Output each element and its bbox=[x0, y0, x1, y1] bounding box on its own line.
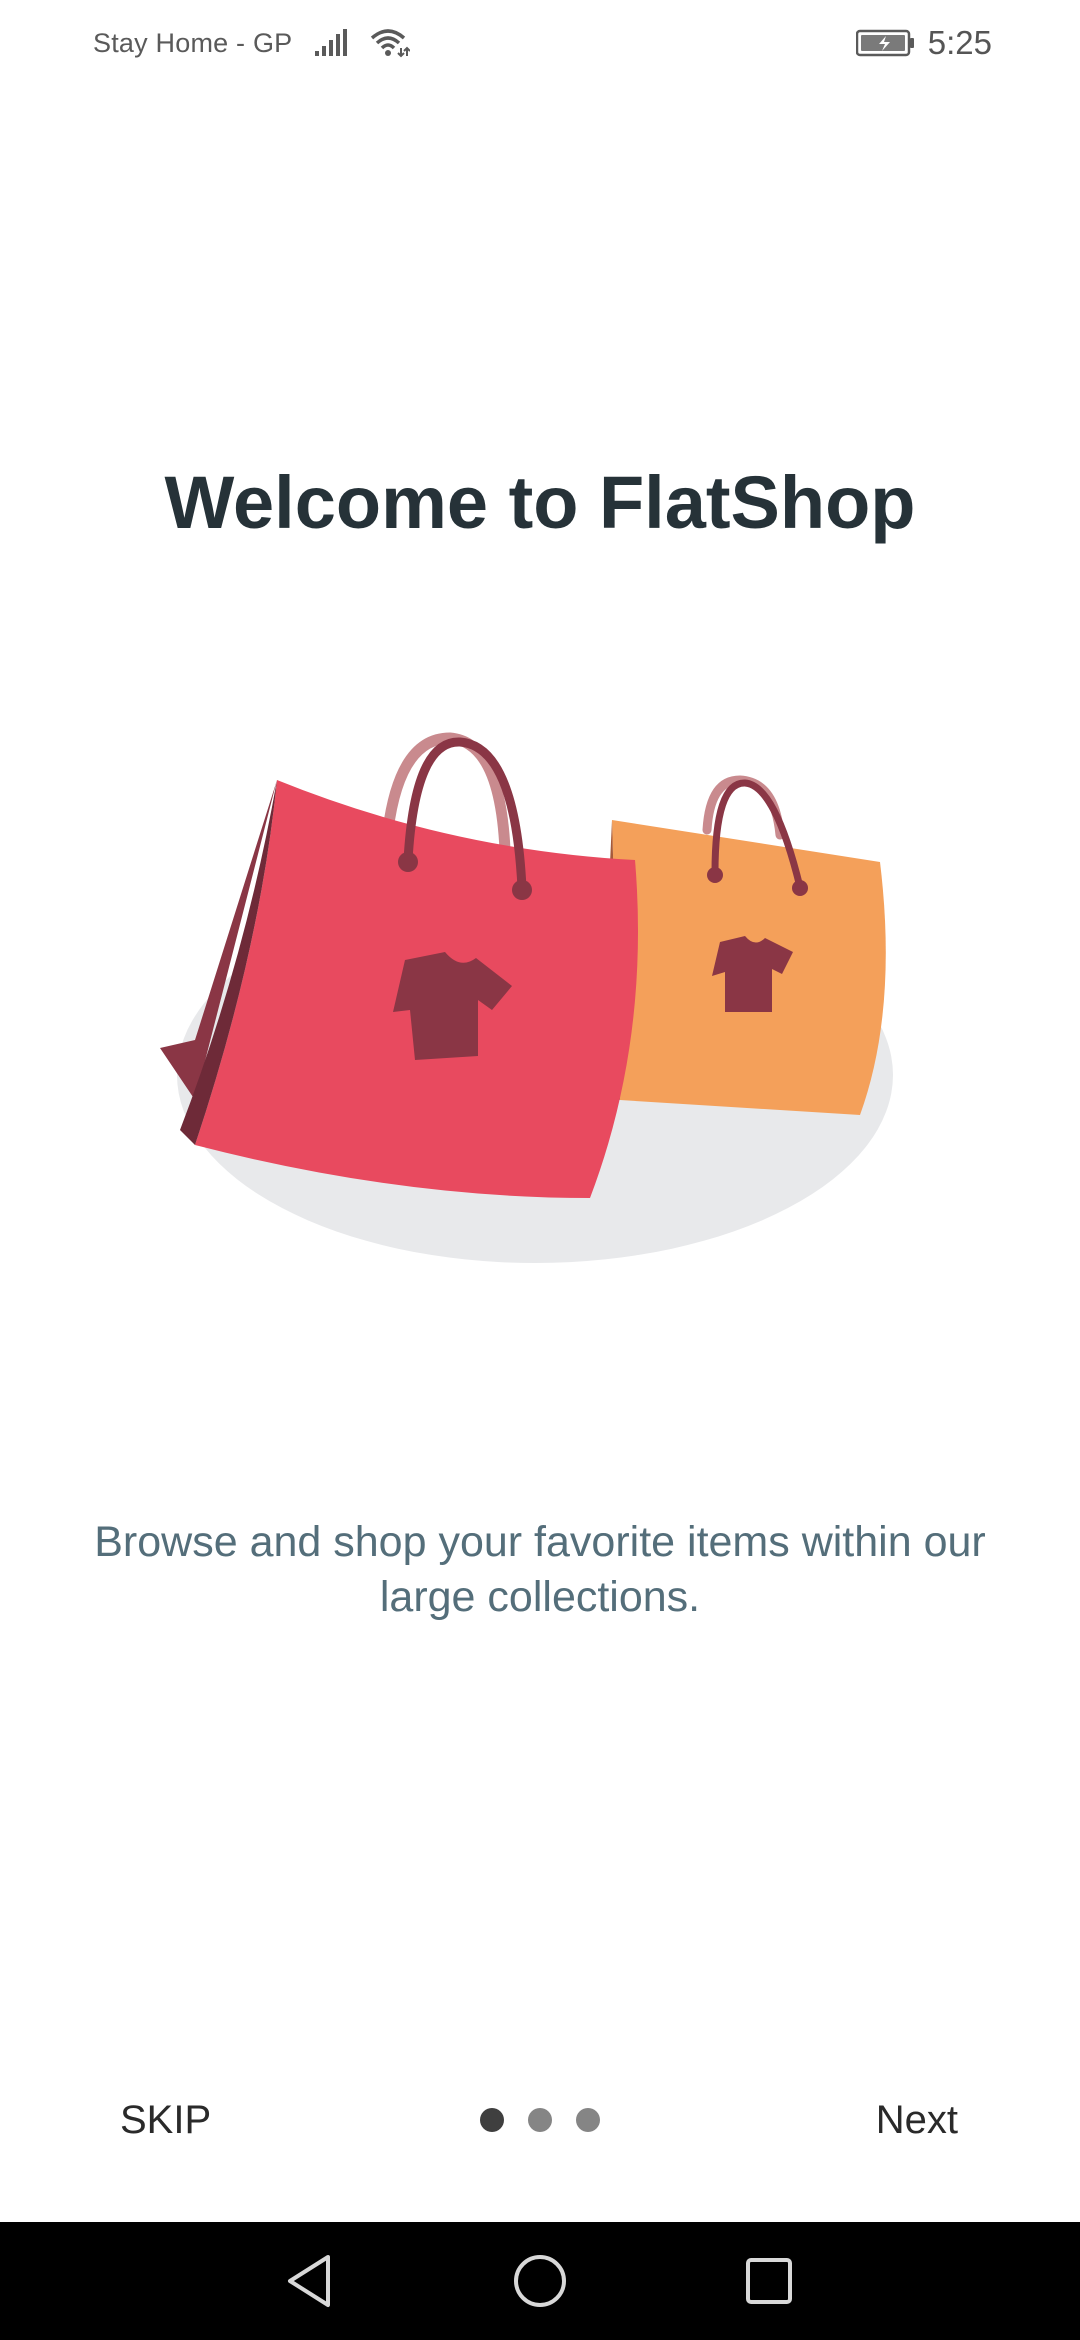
page-dot-1[interactable] bbox=[480, 2108, 504, 2132]
status-bar: Stay Home - GP 5:25 bbox=[0, 0, 1080, 86]
onboarding-screen: Stay Home - GP 5:25 Welcome to FlatShop … bbox=[0, 0, 1080, 2340]
welcome-title: Welcome to FlatShop bbox=[164, 461, 916, 544]
wifi-icon bbox=[370, 28, 411, 58]
page-indicator bbox=[480, 2108, 600, 2132]
page-dot-3[interactable] bbox=[576, 2108, 600, 2132]
onboarding-description: Browse and shop your favorite items with… bbox=[94, 1518, 986, 1621]
skip-button[interactable]: SKIP bbox=[120, 2080, 211, 2160]
page-dot-2[interactable] bbox=[528, 2108, 552, 2132]
carrier-name: Stay Home - GP bbox=[93, 27, 293, 58]
signal-icon bbox=[314, 29, 348, 57]
onboarding-controls: SKIP Next bbox=[0, 2080, 1080, 2160]
status-left: Stay Home - GP bbox=[93, 27, 411, 59]
home-icon[interactable] bbox=[503, 2244, 577, 2318]
status-right: 5:25 bbox=[855, 24, 992, 62]
shopping-bags-illustration bbox=[160, 720, 920, 1280]
next-button[interactable]: Next bbox=[876, 2080, 958, 2160]
clock: 5:25 bbox=[927, 24, 992, 61]
battery-charging-icon bbox=[855, 29, 916, 57]
system-navigation-bar bbox=[0, 2222, 1080, 2340]
recent-apps-icon[interactable] bbox=[732, 2244, 806, 2318]
back-icon[interactable] bbox=[272, 2244, 346, 2318]
